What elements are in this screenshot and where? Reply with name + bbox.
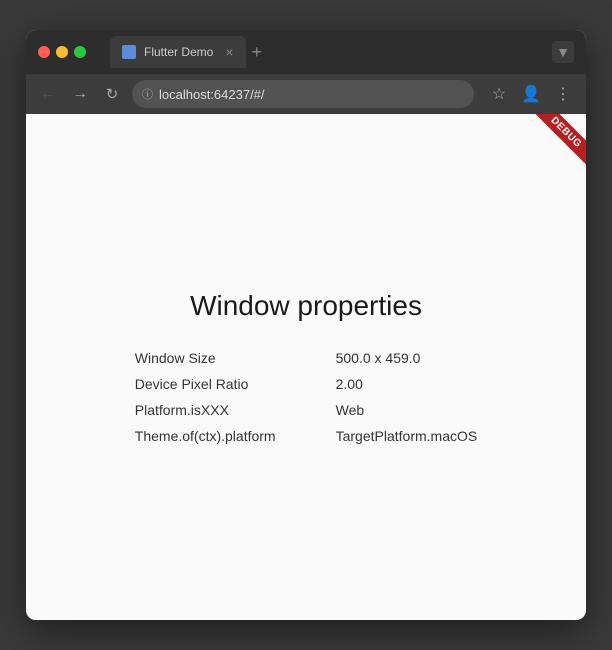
property-value: Web <box>336 402 478 418</box>
title-bar: Flutter Demo × + ▼ <box>26 30 586 74</box>
tab-extension-button[interactable]: ▼ <box>552 41 574 63</box>
back-button[interactable]: ← <box>36 82 60 106</box>
browser-window: Flutter Demo × + ▼ ← → ↻ ⓘ localhost:642… <box>26 30 586 620</box>
maximize-button[interactable] <box>74 46 86 58</box>
tab-title: Flutter Demo <box>144 45 213 59</box>
property-value: 2.00 <box>336 376 478 392</box>
active-tab[interactable]: Flutter Demo × <box>110 36 246 68</box>
refresh-button[interactable]: ↻ <box>100 82 124 106</box>
menu-button[interactable]: ⋮ <box>550 81 576 107</box>
tab-area: Flutter Demo × + ▼ <box>110 36 574 68</box>
property-label: Device Pixel Ratio <box>135 376 276 392</box>
debug-banner: DEBUG <box>526 114 586 174</box>
tab-close-button[interactable]: × <box>225 44 233 60</box>
lock-icon: ⓘ <box>142 86 153 102</box>
address-text: localhost:64237/#/ <box>159 87 265 102</box>
page-content: DEBUG Window properties Window Size 500.0… <box>26 114 586 620</box>
profile-button[interactable]: 👤 <box>518 81 544 107</box>
nav-actions: ☆ 👤 ⋮ <box>486 81 576 107</box>
property-label: Theme.of(ctx).platform <box>135 428 276 444</box>
minimize-button[interactable] <box>56 46 68 58</box>
tab-favicon <box>122 45 136 59</box>
debug-ribbon: DEBUG <box>532 114 586 167</box>
property-label: Window Size <box>135 350 276 366</box>
close-button[interactable] <box>38 46 50 58</box>
property-label: Platform.isXXX <box>135 402 276 418</box>
bookmark-button[interactable]: ☆ <box>486 81 512 107</box>
new-tab-button[interactable]: + <box>252 42 263 63</box>
properties-container: Window properties Window Size 500.0 x 459… <box>135 290 477 444</box>
nav-bar: ← → ↻ ⓘ localhost:64237/#/ ☆ 👤 ⋮ <box>26 74 586 114</box>
address-bar[interactable]: ⓘ localhost:64237/#/ <box>132 80 474 108</box>
properties-table: Window Size 500.0 x 459.0 Device Pixel Rat… <box>135 350 477 444</box>
property-value: TargetPlatform.macOS <box>336 428 478 444</box>
property-value: 500.0 x 459.0 <box>336 350 478 366</box>
traffic-lights <box>38 46 86 58</box>
page-title: Window properties <box>135 290 477 322</box>
forward-button[interactable]: → <box>68 82 92 106</box>
